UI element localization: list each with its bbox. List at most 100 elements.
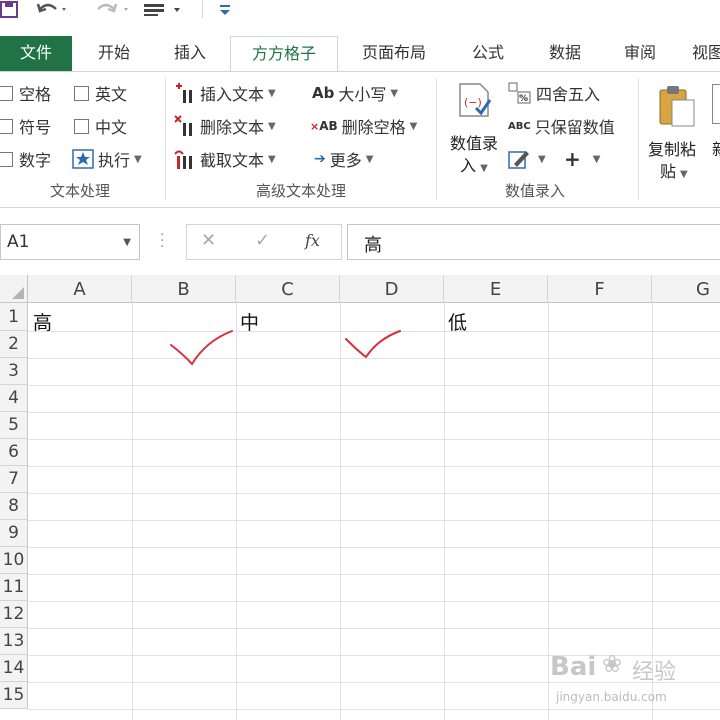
row-header-12[interactable]: 12: [0, 601, 28, 628]
tab-file[interactable]: 文件: [0, 36, 72, 72]
tab-data[interactable]: 数据: [536, 36, 594, 72]
delete-text-button[interactable]: 删除文本 ▼: [174, 113, 276, 139]
row-header-14[interactable]: 14: [0, 655, 28, 682]
column-header-f[interactable]: F: [548, 275, 652, 303]
partial-button-icon: [712, 84, 720, 124]
cancel-icon[interactable]: ✕: [201, 230, 216, 251]
grid-row-line: [28, 439, 720, 440]
chevron-down-icon: ▼: [680, 169, 688, 180]
checkmark-annotation-b: [170, 330, 233, 366]
row-header-5[interactable]: 5: [0, 412, 28, 439]
grid-row-line: [28, 601, 720, 602]
chevron-down-icon: ▼: [134, 153, 142, 165]
delete-spaces-button[interactable]: × AB 删除空格 ▼: [310, 113, 417, 139]
cell-c1[interactable]: 中: [240, 308, 259, 335]
row-header-6[interactable]: 6: [0, 439, 28, 466]
plus-button[interactable]: + ▼: [564, 146, 600, 172]
grid-row-line: [28, 385, 720, 386]
undo-icon[interactable]: [36, 0, 70, 20]
row-header-7[interactable]: 7: [0, 466, 28, 493]
execute-icon: [72, 149, 94, 169]
chevron-down-icon: ▼: [268, 87, 276, 99]
column-header-c[interactable]: C: [236, 275, 340, 303]
column-header-g[interactable]: G: [652, 275, 720, 303]
row-header-15[interactable]: 15: [0, 682, 28, 709]
row-header-2[interactable]: 2: [0, 331, 28, 358]
svg-text:(−): (−): [464, 96, 482, 109]
case-label: 大小写: [338, 85, 387, 104]
tab-view[interactable]: 视图: [692, 36, 720, 72]
row-header-9[interactable]: 9: [0, 520, 28, 547]
checkbox-box: [0, 85, 13, 101]
fx-icon[interactable]: fx: [305, 231, 320, 250]
case-button[interactable]: Ab 大小写 ▼: [312, 80, 398, 106]
grid-row-line: [28, 412, 720, 413]
tab-ffgz[interactable]: 方方格子: [230, 36, 338, 73]
row-header-8[interactable]: 8: [0, 493, 28, 520]
insert-text-label: 插入文本: [200, 85, 265, 104]
partial-button-label[interactable]: 新: [712, 136, 720, 160]
more-button[interactable]: ➔ 更多 ▼: [314, 146, 373, 172]
delete-spaces-label: 删除空格: [341, 118, 406, 137]
checkbox-chinese[interactable]: 中文: [74, 113, 127, 139]
row-header-4[interactable]: 4: [0, 385, 28, 412]
customize-qat-icon[interactable]: [218, 0, 232, 20]
form-icon[interactable]: [142, 0, 186, 20]
column-header-a[interactable]: A: [28, 275, 132, 303]
grid-row-line: [28, 628, 720, 629]
redo-icon[interactable]: [94, 0, 134, 20]
ribbon-tabs: 文件 开始 插入 方方格子 页面布局 公式 数据 审阅 视图: [0, 36, 720, 73]
row-header-11[interactable]: 11: [0, 574, 28, 601]
row-header-13[interactable]: 13: [0, 628, 28, 655]
select-all-corner[interactable]: [0, 275, 28, 303]
abc-icon: ABC: [508, 120, 531, 132]
checkbox-space[interactable]: 空格: [0, 80, 51, 106]
column-header-b[interactable]: B: [132, 275, 236, 303]
checkbox-english[interactable]: 英文: [74, 80, 127, 106]
number-entry-label-line2-text: 入: [460, 156, 477, 175]
chevron-down-icon: ▼: [268, 120, 276, 132]
column-header-d[interactable]: D: [340, 275, 444, 303]
grid-row-line: [28, 493, 720, 494]
keep-values-button[interactable]: ABC 只保留数值: [508, 113, 615, 139]
row-header-3[interactable]: 3: [0, 358, 28, 385]
edit-cell-button[interactable]: ▼: [508, 146, 546, 172]
name-box[interactable]: A1 ▼: [0, 224, 140, 260]
number-entry-button[interactable]: (−) 数值录 入 ▼: [446, 78, 502, 178]
number-entry-label-line1: 数值录: [449, 134, 498, 153]
chevron-down-icon: ▼: [409, 120, 418, 132]
checkbox-number[interactable]: 数字: [0, 146, 51, 172]
tab-formulas[interactable]: 公式: [460, 36, 516, 72]
checkbox-symbol[interactable]: 符号: [0, 113, 51, 139]
round-label: 四舍五入: [536, 85, 601, 104]
checkbox-label: 中文: [95, 118, 128, 137]
row-header-1[interactable]: 1: [0, 303, 28, 331]
column-header-e[interactable]: E: [444, 275, 548, 303]
checkbox-label: 英文: [95, 85, 128, 104]
tab-page-layout[interactable]: 页面布局: [350, 36, 438, 72]
group-label-text: 文本处理: [49, 182, 110, 200]
enter-icon[interactable]: ✓: [255, 230, 270, 251]
formula-input[interactable]: 高: [347, 224, 720, 260]
baidu-watermark: Bai ❀ 经验 jingyan.baidu.com: [540, 648, 720, 714]
insert-text-button[interactable]: 插入文本 ▼: [174, 80, 276, 106]
group-label-adv-text: 高级文本处理: [255, 182, 346, 200]
grid-row-line: [28, 466, 720, 467]
tab-home[interactable]: 开始: [80, 36, 148, 72]
row-header-10[interactable]: 10: [0, 547, 28, 574]
tab-insert[interactable]: 插入: [158, 36, 222, 72]
tab-review[interactable]: 审阅: [612, 36, 668, 72]
checkbox-box: [0, 118, 13, 134]
copy-paste-button[interactable]: 复制粘 贴 ▼: [646, 78, 706, 181]
cell-e1[interactable]: 低: [448, 308, 467, 335]
save-icon[interactable]: [0, 0, 20, 20]
grip-icon[interactable]: · · ·: [160, 228, 164, 254]
cell-a1[interactable]: 高: [33, 308, 52, 335]
extract-text-button[interactable]: 截取文本 ▼: [174, 146, 276, 172]
chevron-down-icon: ▼: [592, 153, 601, 165]
copy-paste-label-line2: 贴 ▼: [660, 158, 688, 182]
watermark-brand-2: 经验: [632, 660, 677, 685]
execute-button[interactable]: 执行 ▼: [72, 146, 142, 172]
round-button[interactable]: % 四舍五入: [508, 80, 600, 106]
chevron-down-icon[interactable]: ▼: [123, 237, 131, 248]
